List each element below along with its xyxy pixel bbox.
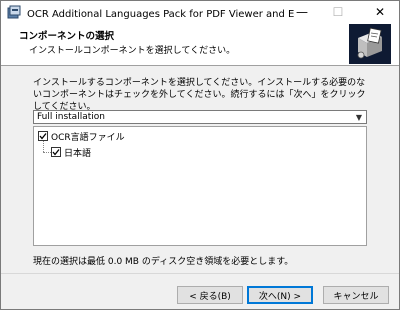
installer-icon [7, 5, 21, 19]
tree-item-label: 日本語 [64, 148, 92, 159]
tree-item-ocr-files[interactable]: OCR言語ファイル [38, 130, 125, 143]
back-button[interactable]: < 戻る(B) [177, 286, 243, 304]
tree-item-label: OCR言語ファイル [51, 132, 125, 143]
checkmark-icon [52, 149, 60, 156]
window-title: OCR Additional Languages Pack for PDF Vi… [27, 8, 295, 20]
button-bar: < 戻る(B) 次へ(N) > キャンセル [1, 273, 399, 310]
install-box-icon [349, 24, 391, 64]
maximize-button[interactable]: ☐ [321, 1, 355, 23]
cancel-button[interactable]: キャンセル [323, 286, 389, 304]
tree-connector [43, 152, 51, 153]
component-tree: OCR言語ファイル 日本語 [33, 126, 367, 246]
close-button[interactable]: ✕ [363, 1, 397, 23]
title-bar[interactable]: OCR Additional Languages Pack for PDF Vi… [1, 1, 399, 23]
checkbox[interactable] [51, 147, 61, 157]
page-title: コンポーネントの選択 [19, 31, 115, 42]
space-required-text: 現在の選択は最低 0.0 MB のディスク空き領域を必要とします。 [33, 257, 294, 267]
header-band: コンポーネントの選択 インストールコンポーネントを選択してください。 [1, 23, 399, 66]
instructions-text: インストールするコンポーネントを選択してください。インストールする必要のないコン… [33, 78, 366, 112]
installer-window: OCR Additional Languages Pack for PDF Vi… [0, 0, 400, 310]
page-subtitle: インストールコンポーネントを選択してください。 [29, 46, 236, 56]
chevron-down-icon: ▼ [355, 112, 363, 122]
next-button[interactable]: 次へ(N) > [247, 286, 313, 304]
tree-item-japanese[interactable]: 日本語 [51, 146, 92, 159]
tree-connector [43, 141, 44, 152]
install-type-value: Full installation [37, 112, 105, 122]
install-type-select[interactable]: Full installation ▼ [33, 110, 367, 124]
checkmark-icon [39, 133, 47, 140]
checkbox[interactable] [38, 131, 48, 141]
minimize-button[interactable]: — [285, 1, 319, 23]
